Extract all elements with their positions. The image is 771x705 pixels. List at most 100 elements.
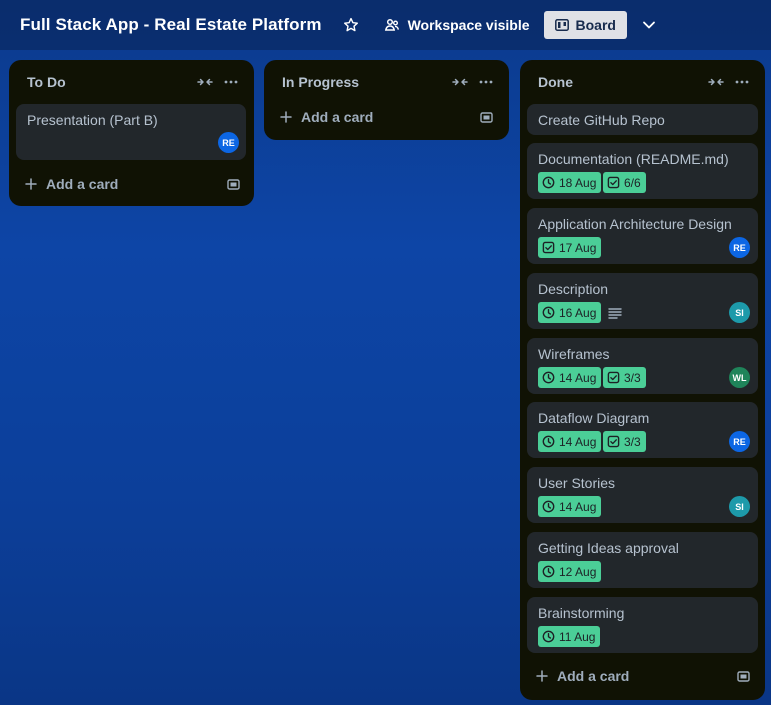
more-icon: [224, 80, 238, 84]
avatar[interactable]: SI: [729, 302, 750, 323]
due-date-badge[interactable]: 14 Aug: [538, 367, 602, 388]
card-title: Create GitHub Repo: [538, 112, 665, 128]
checklist-icon: [607, 435, 620, 448]
list-header: Done: [520, 60, 765, 104]
board-title[interactable]: Full Stack App - Real Estate Platform: [20, 15, 322, 35]
template-icon[interactable]: [479, 110, 495, 126]
clock-icon: [542, 500, 555, 513]
chevron-down-icon: [643, 21, 655, 29]
add-card-button[interactable]: Add a card: [271, 103, 373, 131]
list-header: In Progress: [264, 60, 509, 104]
due-date-badge[interactable]: 11 Aug: [538, 626, 601, 647]
checklist-badge: 3/3: [603, 367, 646, 388]
collapse-list-button[interactable]: [703, 69, 729, 95]
card[interactable]: Description 16 Aug SI: [527, 273, 758, 329]
clock-icon: [542, 371, 555, 384]
list-to-do: To Do Presentation (Part B) RE Add a car…: [9, 60, 254, 206]
collapse-list-button[interactable]: [192, 69, 218, 95]
card[interactable]: Create GitHub Repo: [527, 104, 758, 135]
more-icon: [479, 80, 493, 84]
checklist-text: 3/3: [624, 434, 641, 449]
checklist-badge: 3/3: [603, 431, 646, 452]
workspace-visible-button[interactable]: Workspace visible: [376, 11, 538, 39]
avatar[interactable]: WL: [729, 367, 750, 388]
due-date-badge[interactable]: 17 Aug: [538, 237, 602, 258]
card[interactable]: Wireframes 14 Aug 3/3 WL: [527, 338, 758, 394]
clock-icon: [542, 176, 555, 189]
card-title: Brainstorming: [538, 605, 625, 621]
list-actions-button[interactable]: [473, 69, 499, 95]
clock-icon: [542, 630, 555, 643]
due-date-text: 12 Aug: [559, 564, 597, 579]
card-title: Documentation (README.md): [538, 151, 729, 167]
more-icon: [735, 80, 749, 84]
card-title: Getting Ideas approval: [538, 540, 679, 556]
workspace-visible-icon: [384, 18, 399, 31]
collapse-list-button[interactable]: [447, 69, 473, 95]
checklist-icon: [607, 371, 620, 384]
due-date-badge[interactable]: 14 Aug: [538, 496, 602, 517]
list-title[interactable]: Done: [538, 74, 703, 90]
list-header: To Do: [9, 60, 254, 104]
card-title: Presentation (Part B): [27, 112, 158, 128]
checklist-badge: 6/6: [603, 172, 646, 193]
due-date-badge[interactable]: 14 Aug: [538, 431, 602, 452]
card[interactable]: Dataflow Diagram 14 Aug 3/3 RE: [527, 402, 758, 458]
board-view-button[interactable]: Board: [543, 11, 627, 39]
card[interactable]: Application Architecture Design 17 Aug R…: [527, 208, 758, 264]
star-button[interactable]: [340, 14, 362, 36]
due-date-text: 18 Aug: [559, 175, 597, 190]
list-title[interactable]: To Do: [27, 74, 192, 90]
due-date-text: 14 Aug: [559, 370, 597, 385]
card[interactable]: Documentation (README.md) 18 Aug 6/6: [527, 143, 758, 199]
card[interactable]: Brainstorming 11 Aug: [527, 597, 758, 653]
avatar[interactable]: RE: [218, 132, 239, 153]
due-date-text: 16 Aug: [559, 305, 597, 320]
board-header: Full Stack App - Real Estate Platform Wo…: [0, 0, 771, 50]
avatar[interactable]: RE: [729, 431, 750, 452]
card-title: Dataflow Diagram: [538, 410, 650, 426]
card[interactable]: Getting Ideas approval 12 Aug: [527, 532, 758, 588]
card[interactable]: User Stories 14 Aug SI: [527, 467, 758, 523]
due-date-text: 14 Aug: [559, 499, 597, 514]
template-icon[interactable]: [736, 669, 752, 685]
card-title: Application Architecture Design: [538, 216, 732, 232]
list-actions-button[interactable]: [729, 69, 755, 95]
collapse-icon: [708, 78, 724, 86]
card-title: User Stories: [538, 475, 616, 491]
due-date-text: 11 Aug: [559, 629, 596, 644]
collapse-icon: [452, 78, 468, 86]
due-date-badge[interactable]: 16 Aug: [538, 302, 602, 323]
due-date-badge[interactable]: 12 Aug: [538, 561, 602, 582]
add-card-label: Add a card: [557, 668, 630, 684]
star-icon: [343, 17, 358, 32]
add-card-label: Add a card: [46, 176, 119, 192]
collapse-icon: [197, 78, 213, 86]
clock-icon: [542, 435, 555, 448]
avatar[interactable]: RE: [729, 237, 750, 258]
list-in-progress: In Progress Add a card: [264, 60, 509, 140]
due-date-text: 14 Aug: [559, 434, 597, 449]
view-switcher-button[interactable]: [637, 13, 661, 37]
card-title: Description: [538, 281, 609, 297]
list-done: Done Create GitHub Repo Documentation (R…: [520, 60, 765, 700]
workspace-visible-label: Workspace visible: [407, 17, 530, 33]
template-icon[interactable]: [226, 177, 242, 193]
board-icon: [554, 19, 569, 31]
plus-icon: [25, 178, 37, 190]
card[interactable]: Presentation (Part B) RE: [16, 104, 246, 160]
avatar[interactable]: SI: [729, 496, 750, 517]
add-card-button[interactable]: Add a card: [16, 170, 118, 198]
clock-icon: [542, 565, 555, 578]
plus-icon: [280, 111, 292, 123]
plus-icon: [536, 670, 548, 682]
checklist-text: 3/3: [624, 370, 641, 385]
add-card-label: Add a card: [301, 109, 374, 125]
description-icon: [608, 308, 622, 319]
add-card-button[interactable]: Add a card: [527, 662, 629, 690]
list-actions-button[interactable]: [218, 69, 244, 95]
list-title[interactable]: In Progress: [282, 74, 447, 90]
due-date-badge[interactable]: 18 Aug: [538, 172, 602, 193]
checklist-icon: [542, 241, 555, 254]
due-date-text: 17 Aug: [559, 240, 597, 255]
